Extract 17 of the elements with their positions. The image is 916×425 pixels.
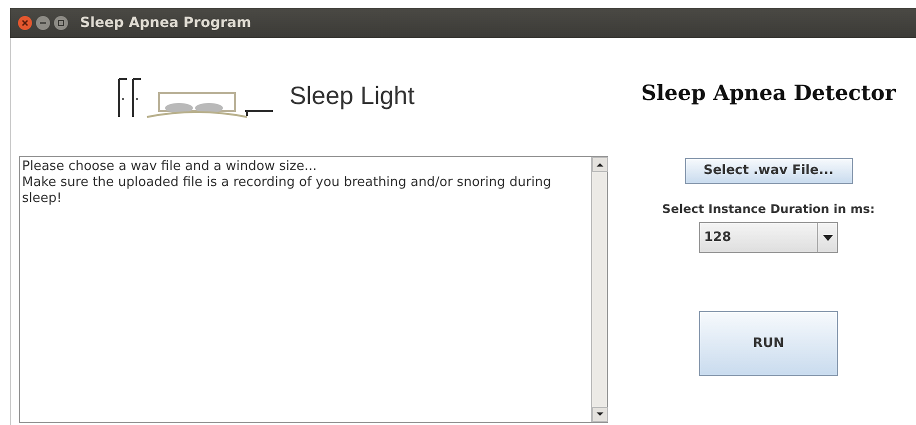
bedroom-logo-icon	[117, 75, 274, 119]
close-icon[interactable]	[18, 16, 32, 30]
output-text-area[interactable]: Please choose a wav file and a window size... Make sure the uploaded file is a recording of you breathing and/or snoring during sleep!	[19, 156, 608, 423]
scroll-up-icon[interactable]	[592, 157, 608, 172]
duration-dropdown[interactable]: 128	[699, 222, 838, 253]
select-file-button[interactable]: Select .wav File...	[684, 158, 852, 184]
maximize-icon[interactable]	[54, 16, 68, 30]
run-button[interactable]: RUN	[699, 311, 838, 376]
window-title: Sleep Apnea Program	[80, 14, 252, 32]
minimize-icon[interactable]	[36, 16, 50, 30]
output-line: Please choose a wav file and a window size...	[22, 159, 318, 175]
duration-label: Select Instance Duration in ms:	[662, 201, 875, 218]
scroll-down-icon[interactable]	[592, 407, 608, 422]
output-line: Make sure the uploaded file is a recording of you breathing and/or snoring during sleep!	[22, 175, 552, 207]
logo-text: Sleep Light	[289, 81, 415, 112]
app-heading: Sleep Apnea Detector	[641, 79, 896, 108]
caret-icon	[822, 234, 832, 240]
